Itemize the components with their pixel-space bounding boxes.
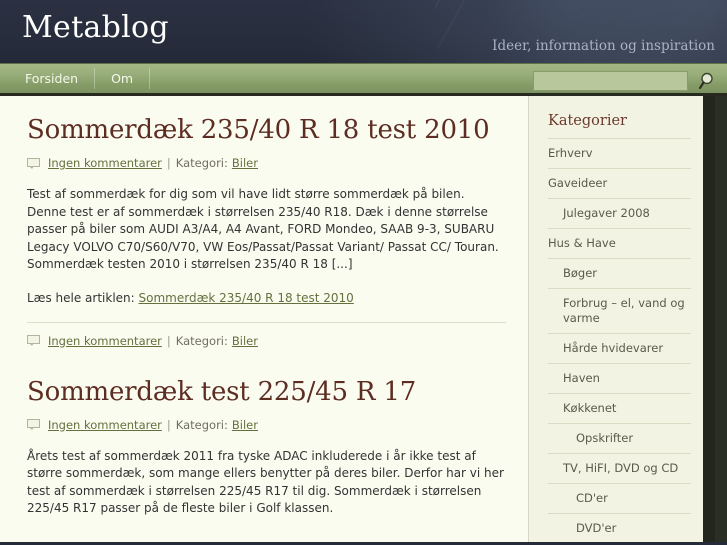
nav-item-label: Om [111,71,134,86]
sidebar-item-label: CD'er [576,491,608,505]
sidebar-item-julegaver-2008[interactable]: Julegaver 2008 [548,199,691,229]
body-wrapper: Sommerdæk 235/40 R 18 test 2010 Ingen ko… [0,96,727,542]
read-more-label: Læs hele artiklen: [27,290,135,305]
sidebar-widget-title: Kategorier [548,113,691,139]
category-list: Erhverv Gaveideer Julegaver 2008 Hus & H… [548,139,691,542]
sidebar: Kategorier Erhverv Gaveideer Julegaver 2… [529,96,715,542]
main-navigation: Forsiden Om [0,63,727,96]
search-input[interactable] [533,71,688,91]
meta-separator: | [166,333,171,348]
sidebar-item-opskrifter[interactable]: Opskrifter [548,424,691,454]
post-spacer [27,350,506,376]
sidebar-item-kokkenet[interactable]: Køkkenet [548,394,691,424]
sidebar-item-tv-hifi-dvd-cd[interactable]: TV, HiFI, DVD og CD [548,454,691,484]
read-more-link[interactable]: Sommerdæk 235/40 R 18 test 2010 [139,291,354,305]
read-more-line: Læs hele artiklen: Sommerdæk 235/40 R 18… [27,291,506,305]
comment-bubble-icon [27,335,41,346]
meta-separator: | [166,417,171,432]
post-footer-meta: Ingen kommentarer | Kategori: Biler [27,334,506,348]
sidebar-item-dvder[interactable]: DVD'er [548,514,691,542]
category-link[interactable]: Biler [232,156,258,170]
nav-item-list: Forsiden Om [0,62,151,95]
search-button[interactable] [693,69,719,93]
comments-link[interactable]: Ingen kommentarer [48,156,162,170]
page-title[interactable]: Sommerdæk 235/40 R 18 test 2010 [27,114,506,147]
nav-item-om[interactable]: Om [95,68,151,89]
site-title: Metablog [22,10,169,45]
post-article: Sommerdæk test 225/45 R 17 Ingen komment… [27,376,506,520]
sidebar-item-label: Haven [563,371,600,385]
post-title-link[interactable]: Sommerdæk 235/40 R 18 test 2010 [27,115,490,145]
nav-item-label: Forsiden [25,71,79,86]
post-body: Årets test af sommerdæk 2011 fra tyske A… [27,448,504,516]
sidebar-item-label: Opskrifter [576,431,634,445]
search-icon [698,72,713,90]
comments-link[interactable]: Ingen kommentarer [48,418,162,432]
sidebar-item-label: DVD'er [576,521,617,535]
post-divider [27,321,506,323]
sidebar-item-boger[interactable]: Bøger [548,259,691,289]
sidebar-item-haven[interactable]: Haven [548,364,691,394]
site-header: Metablog Ideer, information og inspirati… [0,0,727,63]
category-link[interactable]: Biler [232,418,258,432]
search-area [533,69,719,93]
sidebar-item-label: Hus & Have [548,236,616,250]
post-meta: Ingen kommentarer | Kategori: Biler [27,156,506,170]
site-tagline: Ideer, information og inspiration [492,38,715,54]
sidebar-item-cder[interactable]: CD'er [548,484,691,514]
post-article: Sommerdæk 235/40 R 18 test 2010 Ingen ko… [27,114,506,350]
category-label: Kategori: [175,333,228,348]
sidebar-item-gaveideer[interactable]: Gaveideer [548,169,691,199]
sidebar-item-label: Julegaver 2008 [563,206,650,220]
sidebar-item-erhverv[interactable]: Erhverv [548,139,691,169]
page-root: Metablog Ideer, information og inspirati… [0,0,727,545]
sidebar-item-label: TV, HiFI, DVD og CD [563,461,679,475]
sidebar-item-forbrug[interactable]: Forbrug – el, vand og varme [548,289,691,334]
nav-item-forsiden[interactable]: Forsiden [9,68,96,89]
comments-link[interactable]: Ingen kommentarer [48,334,162,348]
category-label: Kategori: [175,417,228,432]
post-meta: Ingen kommentarer | Kategori: Biler [27,418,506,432]
sidebar-item-label: Hårde hvidevarer [563,341,664,355]
comment-bubble-icon [27,419,41,430]
sidebar-item-label: Gaveideer [548,176,608,190]
sidebar-item-label: Erhverv [548,146,593,160]
sidebar-item-harde-hvidevarer[interactable]: Hårde hvidevarer [548,334,691,364]
sidebar-item-label: Bøger [563,266,598,280]
post-body: Test af sommerdæk for dig som vil have l… [27,187,499,271]
main-content: Sommerdæk 235/40 R 18 test 2010 Ingen ko… [0,96,529,542]
comment-bubble-icon [27,157,41,169]
sidebar-item-label: Køkkenet [563,401,617,415]
post-title[interactable]: Sommerdæk test 225/45 R 17 [27,376,506,409]
category-label: Kategori: [175,156,228,170]
sidebar-item-label: Forbrug – el, vand og varme [563,296,685,325]
sidebar-item-hus-have[interactable]: Hus & Have [548,229,691,259]
post-title-link[interactable]: Sommerdæk test 225/45 R 17 [27,377,416,407]
category-link[interactable]: Biler [232,334,258,348]
meta-separator: | [166,156,171,170]
